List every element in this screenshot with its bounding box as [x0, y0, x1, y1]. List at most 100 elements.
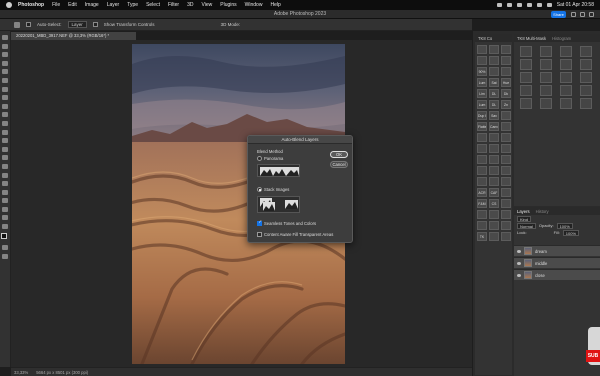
subscribe-badge[interactable]: SUB [586, 350, 600, 362]
eye-icon[interactable] [517, 273, 521, 277]
menu-app-photoshop[interactable]: Photoshop [18, 2, 44, 8]
mask-button[interactable] [540, 98, 552, 109]
tk8-button[interactable] [489, 133, 499, 142]
menu-select[interactable]: Select [146, 2, 160, 8]
tk8-button[interactable] [501, 122, 511, 131]
tk8-button[interactable] [477, 133, 487, 142]
cancel-button[interactable]: Cancel [330, 161, 348, 168]
opacity-value[interactable]: 100% [556, 222, 573, 229]
mask-button[interactable] [540, 46, 552, 57]
tk8-button[interactable] [501, 177, 511, 186]
mask-button[interactable] [540, 85, 552, 96]
panorama-radio[interactable] [257, 156, 262, 161]
tk8-button[interactable] [477, 144, 487, 153]
ok-button[interactable]: OK [330, 151, 348, 158]
layer-row[interactable]: middle [514, 257, 600, 268]
brush-tool-icon[interactable] [2, 112, 8, 118]
tk8-button[interactable]: Flatten [477, 122, 487, 131]
mask-button[interactable] [560, 98, 572, 109]
auto-select-checkbox[interactable] [26, 22, 31, 27]
tk8-button[interactable] [489, 177, 499, 186]
move-tool-icon[interactable] [2, 35, 8, 40]
layer-kind-filter[interactable]: Kind [517, 215, 532, 222]
hand-tool-icon[interactable] [2, 206, 8, 212]
content-aware-fill-checkbox[interactable] [257, 232, 262, 237]
mask-button[interactable] [580, 98, 592, 109]
tab-layers[interactable]: Layers [517, 209, 530, 214]
menu-file[interactable]: File [52, 2, 60, 8]
tab-history[interactable]: History [536, 209, 549, 214]
menu-help[interactable]: Help [270, 2, 280, 8]
tk8-button[interactable] [477, 177, 487, 186]
tk8-button[interactable] [501, 45, 511, 54]
apple-icon[interactable] [6, 2, 12, 8]
lasso-tool-icon[interactable] [2, 60, 8, 66]
blend-mode-select[interactable]: Normal [517, 222, 536, 229]
menu-3d[interactable]: 3D [187, 2, 193, 8]
mask-button[interactable] [560, 85, 572, 96]
tk8-button[interactable]: F&M [477, 199, 487, 208]
mask-button[interactable] [540, 72, 552, 83]
tk8-button[interactable] [489, 45, 499, 54]
tk8-button[interactable]: ACR [477, 188, 487, 197]
zoom-tool-icon[interactable] [2, 215, 8, 221]
eyedropper-tool-icon[interactable] [2, 95, 8, 101]
menu-view[interactable]: View [202, 2, 213, 8]
move-tool-icon[interactable] [14, 21, 20, 28]
fill-value[interactable]: 100% [562, 229, 580, 236]
tk8-button[interactable]: Sav [489, 111, 499, 120]
tk8-button[interactable] [501, 210, 511, 219]
tk8-button[interactable] [489, 144, 499, 153]
canvas-area[interactable] [11, 40, 472, 367]
tk8-button[interactable]: Zn [501, 100, 511, 109]
tk8-button[interactable] [501, 166, 511, 175]
status-icon[interactable] [506, 3, 512, 7]
menu-type[interactable]: Type [127, 2, 138, 8]
tk8-button[interactable]: CS [489, 199, 499, 208]
mask-button[interactable] [560, 46, 572, 57]
menu-clock[interactable]: Sat 01 Apr 20:58 [557, 2, 594, 8]
tk8-button[interactable]: Lum [477, 78, 487, 87]
tk8-button[interactable] [477, 56, 487, 65]
panel-toggle-icon[interactable] [589, 12, 594, 17]
control-center-icon[interactable] [546, 3, 552, 7]
mask-button[interactable] [560, 59, 572, 70]
dodge-tool-icon[interactable] [2, 163, 8, 169]
zoom-level[interactable]: 33,33% [14, 370, 28, 375]
more-tools-icon[interactable] [2, 224, 8, 230]
seamless-tones-checkbox[interactable] [257, 220, 262, 226]
stack-images-radio[interactable] [257, 187, 262, 192]
tab-multi-mask[interactable]: TK8 Multi-Mask [517, 36, 546, 41]
tk8-button[interactable] [501, 221, 511, 230]
menu-image[interactable]: Image [85, 2, 99, 8]
eraser-tool-icon[interactable] [2, 138, 8, 144]
tk8-button[interactable] [489, 166, 499, 175]
battery-icon[interactable] [516, 3, 522, 7]
tk8-button[interactable] [501, 188, 511, 197]
mask-button[interactable] [540, 59, 552, 70]
tk8-button[interactable] [501, 67, 511, 76]
tk8-button[interactable]: TK [477, 232, 487, 241]
mask-button[interactable] [520, 46, 532, 57]
tk8-button[interactable] [477, 221, 487, 230]
mask-button[interactable] [520, 59, 532, 70]
object-select-tool-icon[interactable] [2, 69, 8, 75]
quick-mask-icon[interactable] [2, 245, 8, 251]
menu-layer[interactable]: Layer [107, 2, 120, 8]
tk8-button[interactable]: DL [489, 100, 499, 109]
tab-histogram[interactable]: Histogram [552, 36, 571, 41]
search-icon[interactable] [536, 3, 542, 7]
tk8-button[interactable]: DL [489, 89, 499, 98]
workspace-icon[interactable] [580, 12, 585, 17]
history-brush-tool-icon[interactable] [2, 129, 8, 135]
tk8-button[interactable] [489, 56, 499, 65]
mask-button[interactable] [520, 85, 532, 96]
crop-tool-icon[interactable] [2, 77, 8, 83]
tk8-button[interactable]: Hue [501, 78, 511, 87]
document-info[interactable]: 5664 px x 8501 px (300 ppi) [36, 370, 88, 375]
blur-tool-icon[interactable] [2, 155, 8, 161]
tk8-button[interactable] [501, 111, 511, 120]
tk8-button[interactable]: Dup Img [477, 111, 487, 120]
tab-tk8[interactable]: TK8 Co [478, 36, 492, 41]
marquee-tool-icon[interactable] [2, 52, 8, 58]
